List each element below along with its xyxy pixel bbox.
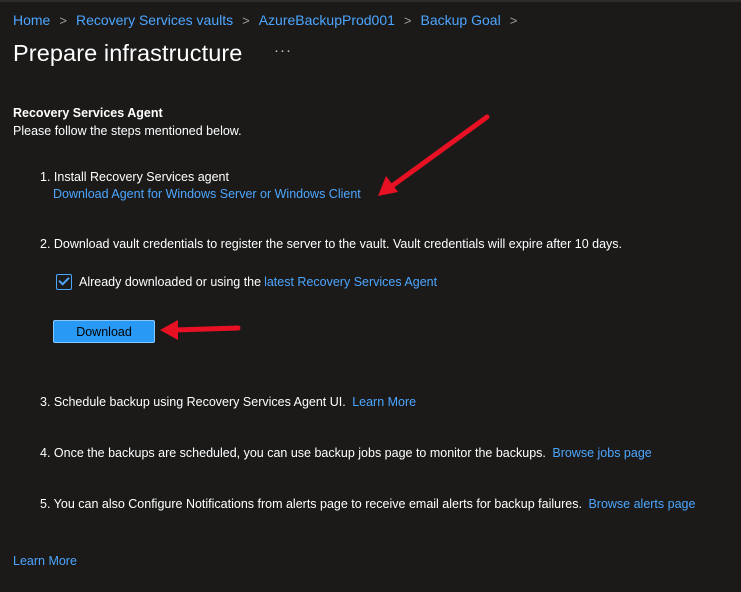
annotation-arrows [160,114,490,340]
annotation-arrow-1 [378,114,490,196]
annotation-arrow-2 [160,320,241,340]
